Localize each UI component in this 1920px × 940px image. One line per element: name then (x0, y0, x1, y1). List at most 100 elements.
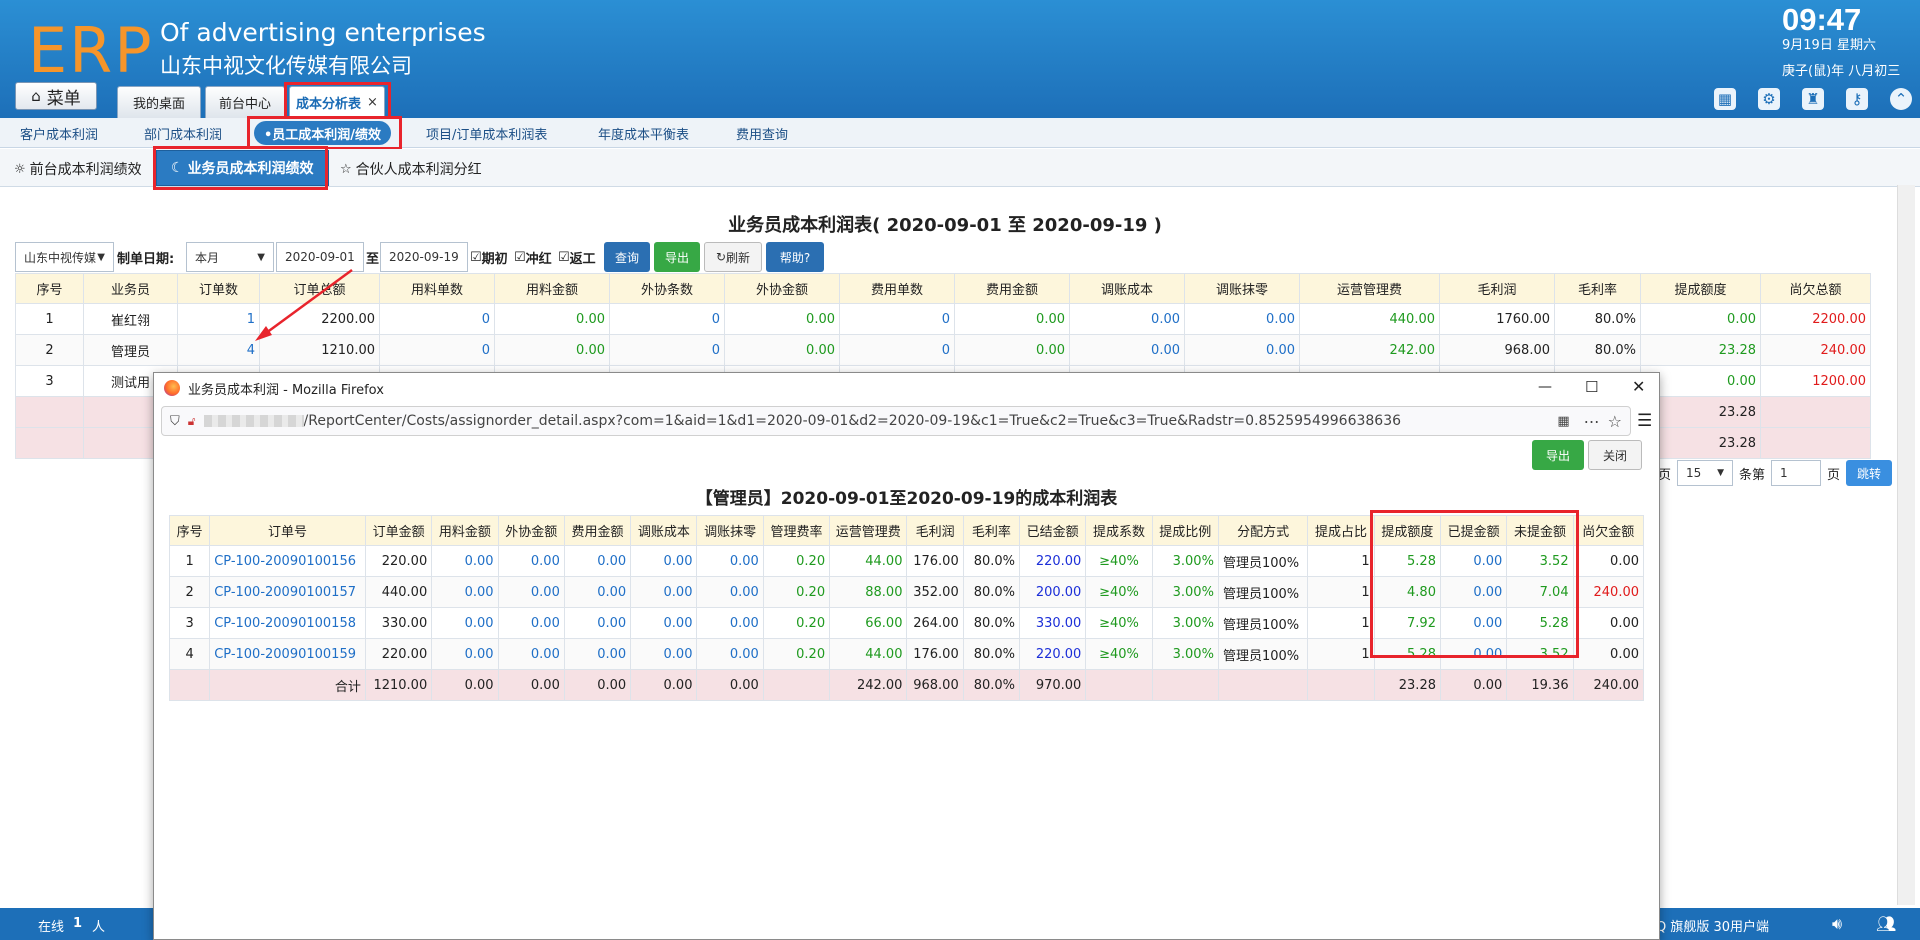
cell: 80.0% (962, 576, 1021, 608)
highlight-box-commission (1370, 510, 1579, 658)
hamburger-menu-icon[interactable]: ☰ (1637, 411, 1652, 431)
cell: 1 (1307, 576, 1375, 608)
cell: 0.00 (497, 545, 565, 577)
cell: 0.00 (497, 669, 565, 701)
qr-code-icon[interactable]: ▦ (1557, 414, 1569, 429)
cell: 44.00 (829, 638, 908, 670)
order-number-link[interactable]: CP-100-20090100157 (209, 576, 366, 608)
cell: 3.00% (1151, 545, 1219, 577)
cell: 0.00 (497, 638, 565, 670)
shield-icon: ⛉ (170, 413, 180, 429)
cell: 330.00 (364, 607, 433, 639)
cell: 968.00 (906, 669, 964, 701)
cell: 220.00 (1018, 545, 1087, 577)
url-masked-host (203, 415, 304, 427)
popup-window-title: 业务员成本利润 - Mozilla Firefox (188, 382, 384, 398)
cell: 0.00 (1572, 545, 1645, 577)
column-header: 已结金额 (1018, 515, 1087, 546)
cell: 264.00 (906, 607, 964, 639)
cell: 0.20 (762, 576, 831, 608)
cell: 0.00 (563, 607, 632, 639)
total-row: 合计 1210.00 0.00 0.00 0.00 0.00 0.00 242.00 968.0… (168, 669, 1645, 701)
online-label: 在线 (38, 920, 65, 935)
cell: 0.00 (431, 545, 499, 577)
maximize-icon[interactable]: ☐ (1585, 378, 1598, 396)
cell: 176.00 (906, 545, 964, 577)
insecure-lock-icon: 🔓︎ (187, 413, 196, 428)
firefox-icon (164, 380, 180, 396)
firefox-popup-window: 业务员成本利润 - Mozilla Firefox — ☐ ✕ ⛉ 🔓︎ /Re… (153, 372, 1660, 940)
popup-close-button[interactable]: 关闭 (1588, 440, 1642, 470)
cell (168, 669, 211, 701)
cell: 0.00 (563, 576, 632, 608)
cell: 管理员100% (1217, 607, 1309, 639)
cell: 0.00 (497, 607, 565, 639)
cell: 管理员100% (1217, 638, 1309, 670)
cell: 80.0% (962, 669, 1021, 701)
order-number-link[interactable]: CP-100-20090100156 (209, 545, 366, 577)
cell: ≥40% (1085, 638, 1153, 670)
column-header: 调账成本 (630, 515, 698, 546)
cell: 0.00 (431, 607, 499, 639)
more-icon[interactable]: ⋯ (1584, 412, 1600, 431)
cell: 0.00 (497, 576, 565, 608)
url-bar[interactable]: ⛉ 🔓︎ /ReportCenter/Costs/assignorder_det… (161, 406, 1631, 436)
cell: 0.00 (630, 576, 698, 608)
cell: 0.00 (696, 669, 764, 701)
column-header: 订单金额 (364, 515, 433, 546)
cell: 0.20 (762, 638, 831, 670)
minimize-icon[interactable]: — (1538, 379, 1552, 395)
column-header: 费用金额 (563, 515, 632, 546)
cell: 0.00 (630, 545, 698, 577)
cell: 2 (168, 576, 211, 608)
cell: 0.00 (696, 545, 764, 577)
cell: 0.00 (1572, 638, 1645, 670)
cell: ≥40% (1085, 576, 1153, 608)
popup-titlebar: 业务员成本利润 - Mozilla Firefox — ☐ ✕ (154, 373, 1659, 403)
cell: 19.36 (1506, 669, 1574, 701)
online-unit: 人 (92, 920, 106, 935)
cell: 80.0% (962, 607, 1021, 639)
cell: 1 (1307, 545, 1375, 577)
cell: 23.28 (1373, 669, 1441, 701)
cell: 0.00 (630, 607, 698, 639)
cell: 220.00 (1018, 638, 1087, 670)
cell: 3.00% (1151, 607, 1219, 639)
column-header: 用料金额 (431, 515, 499, 546)
cell: 44.00 (829, 545, 908, 577)
cell: 1 (168, 545, 211, 577)
cell (1085, 669, 1153, 701)
users-icon[interactable]: 👥︎ (1876, 914, 1896, 933)
cell: 0.00 (563, 669, 632, 701)
cell (1151, 669, 1219, 701)
column-header: 尚欠金额 (1572, 515, 1645, 546)
close-icon[interactable]: ✕ (1632, 377, 1645, 396)
column-header: 毛利润 (906, 515, 964, 546)
column-header: 管理费率 (762, 515, 831, 546)
popup-report-title: 【管理员】2020-09-01至2020-09-19的成本利润表 (695, 489, 1118, 509)
cell: 330.00 (1018, 607, 1087, 639)
cell: 3.00% (1151, 638, 1219, 670)
cell: 1210.00 (364, 669, 433, 701)
order-number-link[interactable]: CP-100-20090100158 (209, 607, 366, 639)
cell: 0.00 (563, 638, 632, 670)
cell (1217, 669, 1309, 701)
cell: 0.00 (696, 576, 764, 608)
column-header: 分配方式 (1217, 515, 1309, 546)
popup-export-button[interactable]: 导出 (1532, 440, 1584, 470)
column-header: 运营管理费 (829, 515, 908, 546)
cell: 66.00 (829, 607, 908, 639)
edition-label: Q 旗舰版 30用户端 (1656, 920, 1770, 935)
cell: 176.00 (906, 638, 964, 670)
cell: ≥40% (1085, 545, 1153, 577)
column-header: 提成系数 (1085, 515, 1153, 546)
column-header: 序号 (168, 515, 211, 546)
speaker-icon[interactable]: 🔊︎ (1832, 914, 1842, 934)
cell: 管理员100% (1217, 576, 1309, 608)
column-header: 提成占比 (1307, 515, 1375, 546)
cell: 1 (1307, 607, 1375, 639)
cell: 3 (168, 607, 211, 639)
cell: 970.00 (1018, 669, 1087, 701)
bookmark-star-icon[interactable]: ☆ (1608, 412, 1622, 431)
order-number-link[interactable]: CP-100-20090100159 (209, 638, 366, 670)
